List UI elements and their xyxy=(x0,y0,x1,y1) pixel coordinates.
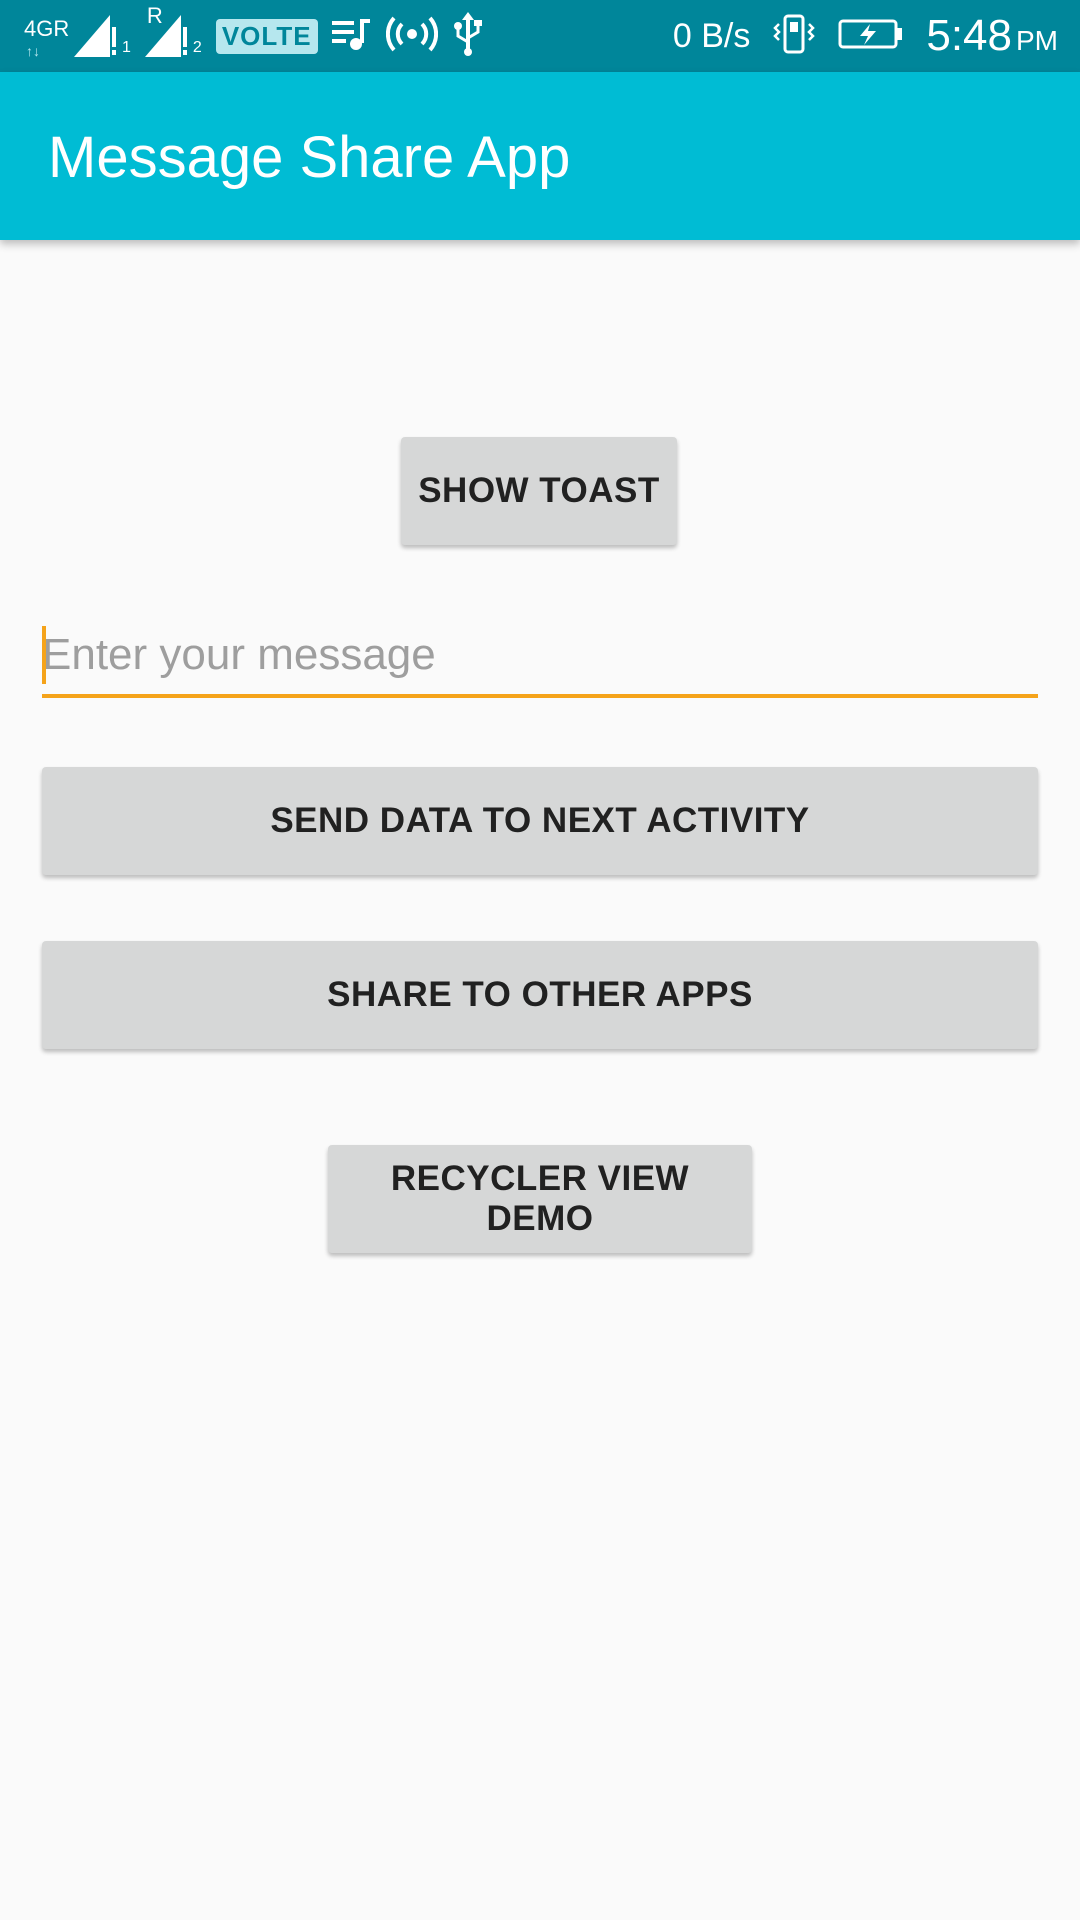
clock-ampm: PM xyxy=(1016,25,1058,56)
clock: 5:48 PM xyxy=(926,11,1058,61)
clock-time: 5:48 xyxy=(926,11,1012,60)
message-input-container xyxy=(42,616,1038,698)
music-icon xyxy=(331,17,372,56)
message-input[interactable] xyxy=(42,616,1038,698)
hotspot-icon xyxy=(385,15,438,58)
status-bar: 4GR ↑↓ 1 R 2 VOLTE 0 B/s 5:48 PM xyxy=(0,0,1080,72)
sim1-signal-icon: 1 xyxy=(74,15,131,57)
network-type-indicator: 4GR ↑↓ xyxy=(24,14,69,60)
recycler-view-demo-button[interactable]: RECYCLER VIEW DEMO xyxy=(328,1145,752,1253)
app-title: Message Share App xyxy=(48,125,571,190)
sim2-index: 2 xyxy=(192,39,202,56)
status-bar-left: 4GR ↑↓ 1 R 2 VOLTE xyxy=(24,0,484,72)
volte-badge: VOLTE xyxy=(215,18,318,54)
app-bar: Message Share App xyxy=(0,72,1080,240)
status-bar-right: 0 B/s 5:48 PM xyxy=(673,0,1058,72)
send-data-button[interactable]: SEND DATA TO NEXT ACTIVITY xyxy=(42,767,1038,875)
text-cursor xyxy=(42,626,46,684)
data-arrows-icon: ↑↓ xyxy=(26,43,40,59)
share-to-other-apps-button[interactable]: SHARE TO OTHER APPS xyxy=(42,941,1038,1049)
battery-charging-icon xyxy=(838,18,904,55)
vibrate-icon xyxy=(772,14,816,59)
data-speed: 0 B/s xyxy=(672,16,751,55)
sim2-roaming: R xyxy=(146,3,163,28)
sim1-index: 1 xyxy=(122,39,131,56)
network-type-label: 4GR xyxy=(24,16,70,41)
usb-icon xyxy=(452,11,484,61)
show-toast-button[interactable]: SHOW TOAST xyxy=(401,437,677,545)
sim2-signal-icon: R 2 xyxy=(144,3,202,57)
